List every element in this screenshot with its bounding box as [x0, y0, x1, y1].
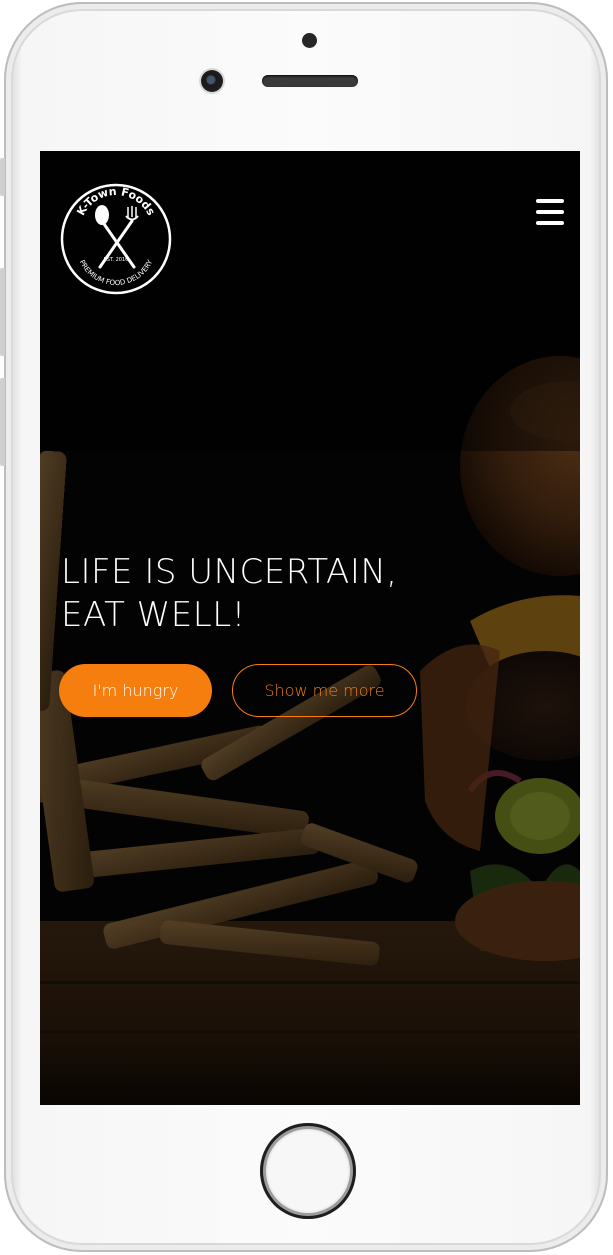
brand-logo[interactable]: K-Town Foods PREMIUM FOOD DELIVERY EST. … [60, 179, 172, 303]
phone-frame: K-Town Foods PREMIUM FOOD DELIVERY EST. … [4, 2, 608, 1252]
screen: K-Town Foods PREMIUM FOOD DELIVERY EST. … [40, 151, 580, 1105]
logo-text-top: K-Town Foods [74, 185, 158, 218]
volume-down-button [0, 378, 5, 466]
logo-est: EST. 2016 [104, 257, 129, 263]
front-camera [201, 70, 223, 92]
hamburger-menu-icon[interactable] [536, 197, 564, 227]
mute-switch [0, 158, 5, 196]
hero-headline: LIFE IS UNCERTAIN, EAT WELL! [61, 551, 501, 637]
front-sensor [302, 33, 317, 48]
headline-line-2: EAT WELL! [61, 595, 246, 635]
home-button[interactable] [260, 1123, 356, 1219]
earpiece-speaker [262, 75, 358, 87]
show-me-more-button[interactable]: Show me more [232, 664, 417, 717]
headline-line-1: LIFE IS UNCERTAIN, [61, 552, 398, 592]
im-hungry-button[interactable]: I'm hungry [59, 664, 212, 717]
volume-up-button [0, 268, 5, 356]
